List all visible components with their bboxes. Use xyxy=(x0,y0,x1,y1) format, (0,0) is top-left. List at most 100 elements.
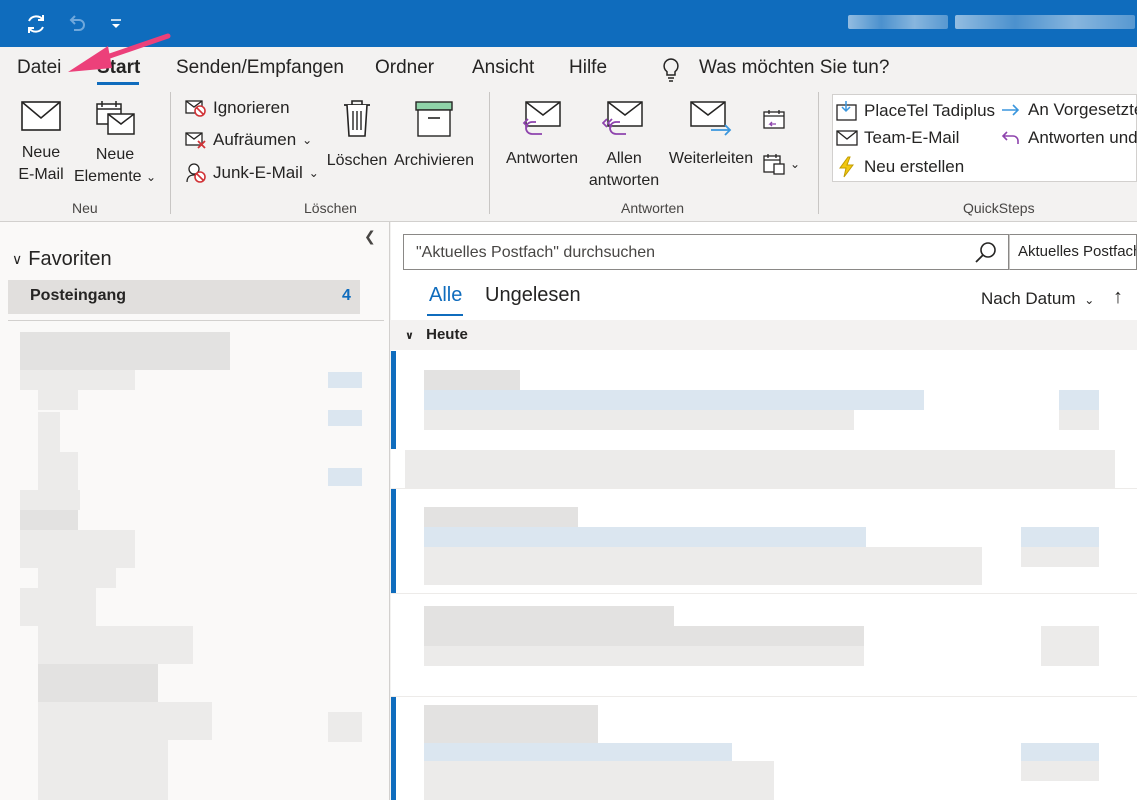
cleanup-label: Aufräumen xyxy=(213,130,297,149)
tab-all[interactable]: Alle xyxy=(429,284,462,307)
annotation-arrow xyxy=(68,33,171,72)
sidebar-item-inbox[interactable]: Posteingang 4 xyxy=(8,280,360,314)
ignore-button[interactable]: Ignorieren xyxy=(185,98,290,118)
group-today-label: Heute xyxy=(426,326,468,343)
quickstep-create-new[interactable]: Neu erstellen xyxy=(836,156,964,178)
ribbon-divider xyxy=(818,92,819,214)
list-item[interactable] xyxy=(391,594,1137,696)
reply-arrow-icon xyxy=(1000,129,1022,147)
quickstep-reply-delete-label: Antworten und xyxy=(1028,128,1137,147)
forward-icon xyxy=(664,100,758,138)
sort-direction-icon[interactable]: ↑ xyxy=(1113,286,1123,309)
tab-datei[interactable]: Datei xyxy=(17,57,61,79)
cleanup-button[interactable]: Aufräumen ⌄ xyxy=(185,130,312,150)
blurred-row xyxy=(405,450,1115,488)
reply-all-label-1: Allen xyxy=(606,150,642,167)
tab-ordner[interactable]: Ordner xyxy=(375,57,434,79)
ribbon: Neue E-Mail Neue Elemente ⌄ Neu Ignorier… xyxy=(0,92,1137,222)
inbox-label: Posteingang xyxy=(30,287,127,304)
junk-button[interactable]: Junk-E-Mail ⌄ xyxy=(185,162,319,184)
new-email-label-2: E-Mail xyxy=(18,166,64,183)
search-scope-dropdown[interactable]: Aktuelles Postfach xyxy=(1009,234,1137,270)
arrow-right-icon xyxy=(1000,101,1022,119)
archive-label: Archivieren xyxy=(393,152,475,169)
active-tab-indicator xyxy=(97,82,139,85)
unread-indicator xyxy=(391,351,396,449)
more-respond-button[interactable]: ⌄ xyxy=(762,152,800,176)
archive-button[interactable]: Archivieren xyxy=(392,98,476,172)
quickstep-to-manager[interactable]: An Vorgesetzte xyxy=(1000,100,1137,120)
junk-label: Junk-E-Mail xyxy=(213,163,303,182)
new-items-icon xyxy=(70,100,160,136)
reply-button[interactable]: Antworten xyxy=(500,100,584,170)
quickstep-reply-delete[interactable]: Antworten und xyxy=(1000,128,1137,148)
search-box[interactable]: "Aktuelles Postfach" durchsuchen xyxy=(403,234,1009,270)
quickstep-team-email[interactable]: Team-E-Mail xyxy=(836,128,959,148)
sync-icon[interactable] xyxy=(22,10,50,38)
cleanup-icon xyxy=(185,130,207,150)
ribbon-divider xyxy=(170,92,171,214)
list-item[interactable] xyxy=(391,489,1137,593)
tell-me-search[interactable]: Was möchten Sie tun? xyxy=(699,57,889,79)
lightning-icon xyxy=(836,156,858,178)
envelope-icon xyxy=(10,100,72,132)
search-icon[interactable] xyxy=(974,241,998,265)
new-email-label-1: Neue xyxy=(21,144,61,161)
delete-label: Löschen xyxy=(326,152,388,169)
unread-indicator xyxy=(391,697,396,800)
reply-all-button[interactable]: Allen antworten xyxy=(584,100,664,192)
ribbon-divider xyxy=(489,92,490,214)
quickstep-placetel-label: PlaceTel Tadiplus xyxy=(864,101,996,120)
account-name-blurred xyxy=(848,15,948,29)
group-label-antworten: Antworten xyxy=(621,200,685,216)
archive-icon xyxy=(392,98,476,138)
ignore-label: Ignorieren xyxy=(213,98,290,117)
quickstep-to-manager-label: An Vorgesetzte xyxy=(1028,100,1137,119)
forward-button[interactable]: Weiterleiten xyxy=(664,100,758,170)
meeting-reply-icon[interactable] xyxy=(762,108,786,132)
group-label-neu: Neu xyxy=(72,200,98,216)
list-item[interactable] xyxy=(391,351,1137,449)
group-label-loeschen: Löschen xyxy=(304,200,357,216)
list-item[interactable] xyxy=(391,697,1137,800)
new-items-label-1: Neue xyxy=(95,146,135,163)
unread-indicator xyxy=(391,489,396,593)
active-filter-indicator xyxy=(427,314,463,316)
quickstep-create-new-label: Neu erstellen xyxy=(864,157,965,176)
chevron-down-icon: ⌄ xyxy=(302,133,313,147)
reply-all-icon xyxy=(584,100,664,138)
forward-label: Weiterleiten xyxy=(668,150,754,167)
divider xyxy=(8,320,384,321)
reply-all-label-2: antworten xyxy=(588,172,660,189)
sort-by-date-button[interactable]: Nach Datum ⌄ xyxy=(981,289,1094,309)
move-to-folder-icon xyxy=(836,100,858,122)
new-items-label-2: Elemente xyxy=(73,168,142,185)
collapse-pane-icon[interactable]: ❮ xyxy=(364,228,376,245)
quickstep-team-email-label: Team-E-Mail xyxy=(864,128,960,147)
chevron-down-icon: ⌄ xyxy=(308,166,319,180)
tab-senden-empfangen[interactable]: Senden/Empfangen xyxy=(176,57,344,79)
favorites-label: Favoriten xyxy=(28,248,112,270)
reply-icon xyxy=(500,100,584,138)
search-input[interactable]: "Aktuelles Postfach" durchsuchen xyxy=(416,244,655,262)
chevron-down-icon: ∨ xyxy=(405,330,414,342)
envelope-icon xyxy=(836,129,858,147)
tab-unread[interactable]: Ungelesen xyxy=(485,284,581,307)
reply-label: Antworten xyxy=(505,150,579,167)
group-header-today[interactable]: ∨ Heute xyxy=(391,320,1137,350)
chevron-down-icon: ⌄ xyxy=(1084,293,1095,307)
quickstep-placetel[interactable]: PlaceTel Tadiplus xyxy=(836,100,995,122)
message-list-pane: "Aktuelles Postfach" durchsuchen Aktuell… xyxy=(391,222,1137,800)
group-label-quicksteps: QuickSteps xyxy=(963,200,1035,216)
chevron-down-icon: ∨ xyxy=(12,251,23,267)
lightbulb-icon xyxy=(660,57,682,83)
delete-button[interactable]: Löschen xyxy=(325,98,389,172)
new-email-button[interactable]: Neue E-Mail xyxy=(10,100,72,186)
new-items-button[interactable]: Neue Elemente ⌄ xyxy=(70,100,160,188)
calendar-more-icon xyxy=(762,152,786,176)
favorites-header[interactable]: ∨ Favoriten xyxy=(12,248,112,271)
tab-hilfe[interactable]: Hilfe xyxy=(569,57,607,79)
trash-icon xyxy=(325,98,389,138)
tab-ansicht[interactable]: Ansicht xyxy=(472,57,534,79)
inbox-unread-count: 4 xyxy=(342,287,351,304)
